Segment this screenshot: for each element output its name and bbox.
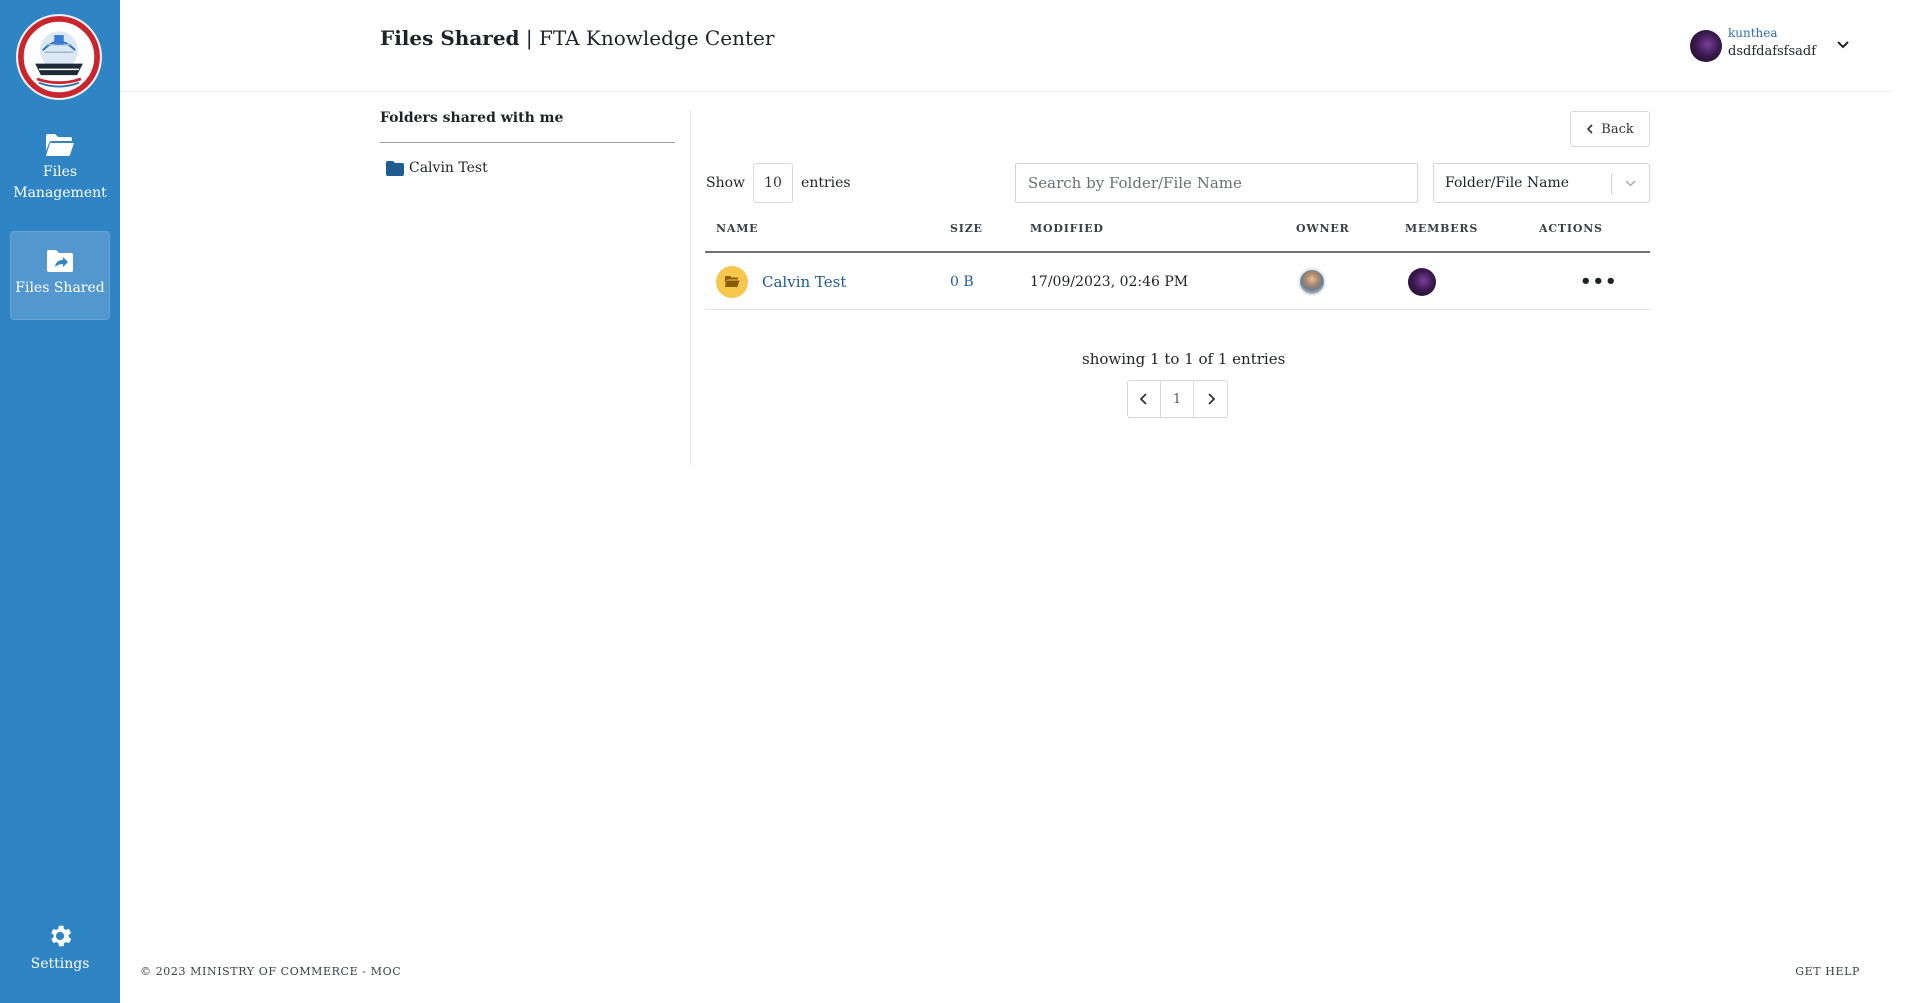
ministry-logo[interactable] xyxy=(16,14,102,100)
sidebar: Files Management Files Shared Settings xyxy=(0,0,120,1003)
members-cell xyxy=(1408,253,1436,310)
column-header-members: MEMBERS xyxy=(1405,222,1479,235)
sidebar-item-label: Files Shared xyxy=(15,280,105,296)
table-header: NAME SIZE MODIFIED OWNER MEMBERS ACTIONS xyxy=(705,218,1650,253)
logo-emblem-icon xyxy=(18,16,100,98)
search-input[interactable] xyxy=(1015,163,1418,203)
page-title: Files Shared | FTA Knowledge Center xyxy=(380,26,774,50)
panel-title: Folders shared with me xyxy=(380,110,675,143)
sidebar-item-label: Settings xyxy=(30,956,90,972)
select-separator xyxy=(1611,174,1612,194)
folder-icon xyxy=(386,160,404,176)
avatar[interactable] xyxy=(1690,30,1722,62)
pagination-prev-button[interactable] xyxy=(1128,381,1161,417)
name-cell[interactable]: Calvin Test xyxy=(716,253,846,310)
back-label: Back xyxy=(1601,121,1634,137)
modified-cell: 17/09/2023, 02:46 PM xyxy=(1030,273,1189,290)
sidebar-item-files-management[interactable]: Files Management xyxy=(10,128,110,212)
page-right-margin xyxy=(1890,0,1920,1003)
top-header: Files Shared | FTA Knowledge Center kunt… xyxy=(120,0,1890,92)
gear-icon xyxy=(51,925,72,947)
panel-divider xyxy=(690,110,691,465)
user-subtitle: dsdfdafsfsadf xyxy=(1728,44,1817,59)
column-header-modified[interactable]: MODIFIED xyxy=(1030,222,1104,235)
chevron-down-icon[interactable] xyxy=(1836,38,1850,52)
chevron-left-icon xyxy=(1587,124,1593,134)
back-button[interactable]: Back xyxy=(1570,111,1650,147)
table-row[interactable]: Calvin Test 0 B 17/09/2023, 02:46 PM ••• xyxy=(705,253,1650,310)
page-title-suffix: | FTA Knowledge Center xyxy=(525,26,775,50)
file-name-link[interactable]: Calvin Test xyxy=(762,273,846,291)
pagination-next-button[interactable] xyxy=(1194,381,1227,417)
folder-open-icon xyxy=(725,276,740,287)
search-field-value: Folder/File Name xyxy=(1445,175,1570,191)
owner-cell xyxy=(1298,253,1326,310)
page-title-main: Files Shared xyxy=(380,26,520,50)
column-header-actions: ACTIONS xyxy=(1539,222,1603,235)
chevron-down-icon xyxy=(1625,180,1636,187)
sidebar-item-label: Files Management xyxy=(13,164,107,201)
column-header-name[interactable]: NAME xyxy=(716,222,758,235)
more-actions-icon[interactable]: ••• xyxy=(1580,272,1618,290)
folder-tree-item[interactable]: Calvin Test xyxy=(386,160,675,176)
sidebar-item-settings[interactable]: Settings xyxy=(10,922,110,982)
pagination-page-button[interactable]: 1 xyxy=(1161,381,1194,417)
entries-per-page-select[interactable]: 10 xyxy=(753,163,794,203)
entries-label: entries xyxy=(801,175,851,191)
actions-cell: ••• xyxy=(1580,253,1618,310)
column-header-size[interactable]: SIZE xyxy=(950,222,983,235)
owner-avatar[interactable] xyxy=(1298,267,1326,296)
member-avatar[interactable] xyxy=(1408,267,1436,296)
footer-copyright: © 2023 MINISTRY OF COMMERCE - MOC xyxy=(140,965,402,978)
get-help-link[interactable]: GET HELP xyxy=(1795,965,1860,978)
entries-selector: Show 10 entries xyxy=(706,163,851,203)
pagination: 1 xyxy=(1127,380,1228,418)
folder-share-icon xyxy=(47,250,73,272)
pagination-summary: showing 1 to 1 of 1 entries xyxy=(1082,350,1286,368)
show-label: Show xyxy=(706,175,746,191)
size-cell: 0 B xyxy=(950,273,974,290)
sidebar-item-files-shared[interactable]: Files Shared xyxy=(10,231,110,320)
column-header-owner: OWNER xyxy=(1296,222,1350,235)
folder-open-icon xyxy=(46,134,74,156)
shared-folders-panel: Folders shared with me Calvin Test xyxy=(380,110,675,176)
user-name: kunthea xyxy=(1728,26,1778,40)
shared-files-table: NAME SIZE MODIFIED OWNER MEMBERS ACTIONS… xyxy=(705,218,1650,310)
chevron-right-icon xyxy=(1207,393,1215,405)
user-menu[interactable]: kunthea dsdfdafsfsadf xyxy=(1690,26,1860,66)
search-field-select[interactable]: Folder/File Name xyxy=(1433,163,1650,203)
chevron-left-icon xyxy=(1139,393,1147,405)
folder-badge xyxy=(716,265,748,298)
folder-tree-label: Calvin Test xyxy=(409,160,488,176)
